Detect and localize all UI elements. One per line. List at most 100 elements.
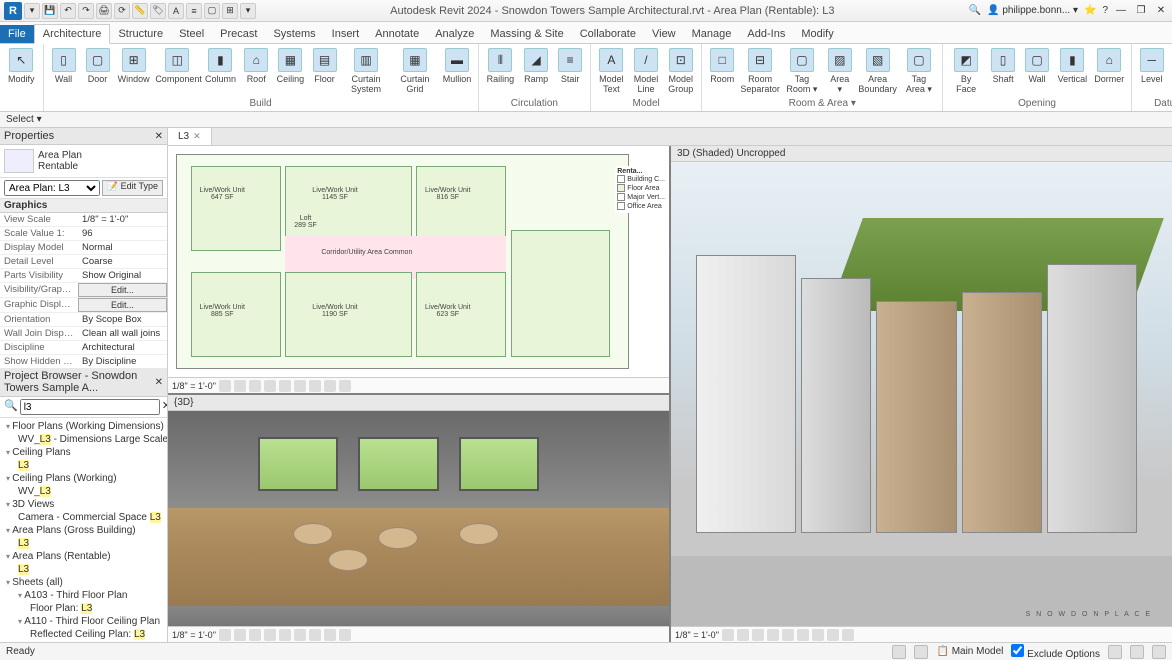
vc-icon[interactable] xyxy=(294,629,306,641)
type-selector[interactable]: Area Plan Rentable xyxy=(0,145,167,178)
tab-analyze[interactable]: Analyze xyxy=(427,25,482,43)
tool-level[interactable]: ─Level xyxy=(1136,46,1168,96)
vc-icon[interactable] xyxy=(752,629,764,641)
property-row[interactable]: Parts VisibilityShow Original xyxy=(0,269,167,283)
property-row[interactable]: Visibility/Graphics ...Edit... xyxy=(0,283,167,298)
vc-icon[interactable] xyxy=(339,629,351,641)
view-scale[interactable]: 1/8" = 1'-0" xyxy=(172,630,216,640)
property-value[interactable]: Show Original xyxy=(78,269,167,282)
vc-icon[interactable] xyxy=(782,629,794,641)
vc-icon[interactable] xyxy=(797,629,809,641)
tool-mullion[interactable]: ▬Mullion xyxy=(440,46,473,96)
search-clear-icon[interactable]: ✕ xyxy=(162,399,167,415)
tab-massing-site[interactable]: Massing & Site xyxy=(482,25,571,43)
qat-sync-icon[interactable]: ⟳ xyxy=(114,3,130,19)
vc-icon[interactable] xyxy=(812,629,824,641)
tool-curtain-grid[interactable]: ▦Curtain Grid xyxy=(391,46,438,96)
maximize-button[interactable]: ❐ xyxy=(1134,4,1148,18)
tab-file[interactable]: File xyxy=(0,25,34,43)
tree-node[interactable]: Camera - Commercial Space L3 xyxy=(2,511,165,524)
tab-structure[interactable]: Structure xyxy=(110,25,171,43)
view-3d-exterior[interactable]: 3D (Shaded) Uncropped S N O W D O N P L … xyxy=(671,146,1172,642)
main-model-dropdown[interactable]: 📋 Main Model xyxy=(936,646,1003,657)
sb-icon[interactable] xyxy=(1152,645,1166,659)
property-value[interactable]: Coarse xyxy=(78,255,167,268)
select-dropdown[interactable]: Select ▾ xyxy=(6,114,42,125)
tool-tag-room-[interactable]: ▢Tag Room ▾ xyxy=(782,46,822,96)
tool-tag-area-[interactable]: ▢Tag Area ▾ xyxy=(900,46,939,96)
tree-node[interactable]: A103 - Third Floor Plan xyxy=(2,589,165,602)
vc-icon[interactable] xyxy=(722,629,734,641)
property-value[interactable]: 96 xyxy=(78,227,167,240)
tool-dormer[interactable]: ⌂Dormer xyxy=(1092,46,1127,96)
sb-icon[interactable] xyxy=(914,645,928,659)
tree-node[interactable]: WV_L3 xyxy=(2,485,165,498)
vc-icon[interactable] xyxy=(737,629,749,641)
vc-icon[interactable] xyxy=(339,380,351,392)
tree-node[interactable]: Ceiling Plans (Working) xyxy=(2,472,165,485)
vc-icon[interactable] xyxy=(827,629,839,641)
property-value[interactable]: Clean all wall joins xyxy=(78,327,167,340)
vc-icon[interactable] xyxy=(219,380,231,392)
tool-door[interactable]: ▢Door xyxy=(82,46,114,96)
vc-icon[interactable] xyxy=(294,380,306,392)
vc-icon[interactable] xyxy=(249,380,261,392)
view-floorplan[interactable]: Live/Work Unit647 SF Live/Work Unit1145 … xyxy=(168,146,669,393)
property-value[interactable]: Normal xyxy=(78,241,167,254)
property-value[interactable]: Edit... xyxy=(78,283,167,297)
tab-manage[interactable]: Manage xyxy=(684,25,740,43)
favorites-icon[interactable]: ⭐ xyxy=(1084,5,1096,16)
tool-railing[interactable]: ⫴Railing xyxy=(483,46,519,96)
property-row[interactable]: Graphic Display O...Edit... xyxy=(0,298,167,313)
tree-node[interactable]: WV_L3 - Dimensions Large Scale xyxy=(2,433,165,446)
tool-shaft[interactable]: ▯Shaft xyxy=(987,46,1019,96)
tool-ramp[interactable]: ◢Ramp xyxy=(520,46,552,96)
tab-modify[interactable]: Modify xyxy=(793,25,841,43)
search-icon[interactable]: 🔍 xyxy=(969,5,981,16)
tool-ceiling[interactable]: ▦Ceiling xyxy=(274,46,306,96)
help-icon[interactable]: ? xyxy=(1102,5,1108,16)
tab-annotate[interactable]: Annotate xyxy=(367,25,427,43)
browser-close-icon[interactable]: ✕ xyxy=(155,377,163,388)
vc-icon[interactable] xyxy=(219,629,231,641)
qat-section-icon[interactable]: A xyxy=(168,3,184,19)
tool-curtain-system[interactable]: ▥Curtain System xyxy=(343,46,390,96)
minimize-button[interactable]: — xyxy=(1114,4,1128,18)
property-value[interactable]: Architectural xyxy=(78,341,167,354)
tool-room[interactable]: □Room xyxy=(706,46,738,96)
tree-node[interactable]: Floor Plans (Working Dimensions) xyxy=(2,420,165,433)
tool-model-group[interactable]: ⊡Model Group xyxy=(664,46,697,96)
qat-undo-icon[interactable]: ↶ xyxy=(60,3,76,19)
vc-icon[interactable] xyxy=(264,629,276,641)
tool-by-face[interactable]: ◩By Face xyxy=(947,46,985,96)
tool-model-text[interactable]: AModel Text xyxy=(595,46,627,96)
qat-dropdown-icon[interactable]: ▾ xyxy=(240,3,256,19)
exterior-canvas[interactable]: S N O W D O N P L A C E xyxy=(671,162,1172,626)
tool-room-separator[interactable]: ⊟Room Separator xyxy=(740,46,780,96)
vc-icon[interactable] xyxy=(842,629,854,641)
tool-window[interactable]: ⊞Window xyxy=(116,46,152,96)
vc-icon[interactable] xyxy=(264,380,276,392)
property-row[interactable]: OrientationBy Scope Box xyxy=(0,313,167,327)
qat-thin-lines-icon[interactable]: ≡ xyxy=(186,3,202,19)
tool-column[interactable]: ▮Column xyxy=(203,46,238,96)
property-row[interactable]: View Scale1/8" = 1'-0" xyxy=(0,213,167,227)
property-value[interactable]: 1/8" = 1'-0" xyxy=(78,213,167,226)
vc-icon[interactable] xyxy=(324,629,336,641)
sb-icon[interactable] xyxy=(892,645,906,659)
tab-add-ins[interactable]: Add-Ins xyxy=(739,25,793,43)
tool-floor[interactable]: ▤Floor xyxy=(309,46,341,96)
property-value[interactable]: Edit... xyxy=(78,298,167,312)
vc-icon[interactable] xyxy=(234,380,246,392)
tool-modify[interactable]: ↖Modify xyxy=(4,46,39,107)
tab-precast[interactable]: Precast xyxy=(212,25,265,43)
instance-select[interactable]: Area Plan: L3 xyxy=(4,180,100,196)
property-row[interactable]: Scale Value 1:96 xyxy=(0,227,167,241)
qat-print-icon[interactable]: 🖨 xyxy=(96,3,112,19)
properties-close-icon[interactable]: ✕ xyxy=(155,131,163,142)
property-row[interactable]: Detail LevelCoarse xyxy=(0,255,167,269)
tool-wall[interactable]: ▢Wall xyxy=(1021,46,1053,96)
exclude-options-checkbox[interactable]: Exclude Options xyxy=(1011,644,1100,660)
vc-icon[interactable] xyxy=(249,629,261,641)
qat-redo-icon[interactable]: ↷ xyxy=(78,3,94,19)
